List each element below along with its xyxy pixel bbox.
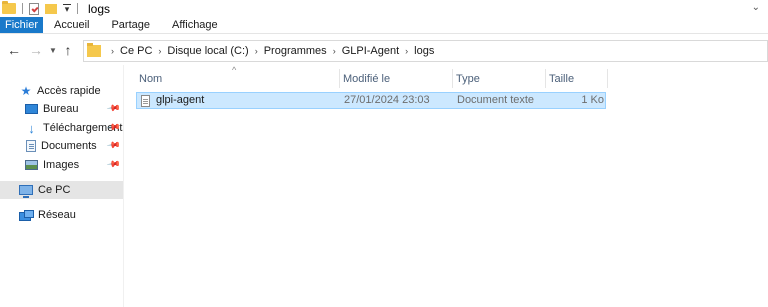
sidebar-item-label: Réseau — [38, 209, 76, 221]
documents-icon — [26, 140, 36, 152]
sidebar-item-documents[interactable]: Documents 📌 — [0, 137, 123, 155]
file-name-cell: glpi-agent — [137, 93, 337, 108]
pin-icon: 📌 — [106, 156, 122, 172]
forward-arrow-icon[interactable]: → — [28, 42, 44, 58]
minimize-ribbon-icon[interactable]: ⌄ — [752, 2, 760, 13]
file-name: glpi-agent — [156, 94, 205, 106]
breadcrumb-glpi-agent[interactable]: GLPI-Agent — [342, 45, 399, 57]
tab-fichier[interactable]: Fichier — [0, 17, 43, 33]
new-folder-icon[interactable] — [45, 3, 57, 14]
chevron-right-icon[interactable]: › — [405, 46, 408, 56]
recent-locations-icon[interactable]: ▼ — [48, 42, 58, 58]
file-row[interactable]: glpi-agent 27/01/2024 23:03 Document tex… — [136, 92, 606, 109]
desktop-icon — [25, 104, 38, 114]
column-header-type[interactable]: Type — [453, 69, 546, 88]
tab-affichage[interactable]: Affichage — [161, 17, 229, 33]
column-header-name[interactable]: Nom — [136, 69, 340, 88]
sidebar-item-images[interactable]: Images 📌 — [0, 156, 123, 174]
chevron-right-icon[interactable]: › — [158, 46, 161, 56]
folder-icon — [87, 43, 101, 57]
pin-icon: 📌 — [106, 137, 122, 153]
back-arrow-icon[interactable]: ← — [6, 42, 22, 58]
pictures-icon — [25, 160, 38, 170]
sidebar-item-label: Documents — [41, 140, 97, 152]
up-arrow-icon[interactable]: ↑ — [60, 42, 76, 58]
tab-partage[interactable]: Partage — [100, 17, 161, 33]
chevron-right-icon[interactable]: › — [255, 46, 258, 56]
navigation-pane: ★ Accès rapide Bureau 📌 ↓ Téléchargement… — [0, 65, 124, 307]
column-header-size[interactable]: Taille — [546, 69, 608, 88]
sidebar-item-telechargements[interactable]: ↓ Téléchargements 📌 — [0, 119, 123, 137]
download-icon: ↓ — [28, 120, 35, 136]
customize-toolbar-icon[interactable]: ▾ — [63, 4, 71, 14]
folder-icon — [2, 1, 16, 14]
sidebar-item-label: Images — [43, 159, 80, 171]
file-modified: 27/01/2024 23:03 — [344, 94, 430, 106]
window-title: logs — [88, 1, 111, 16]
sidebar-item-bureau[interactable]: Bureau 📌 — [0, 100, 123, 118]
title-bar: ▾ logs ⌄ — [0, 0, 768, 17]
properties-icon[interactable] — [29, 2, 39, 15]
sidebar-item-ce-pc[interactable]: Ce PC — [0, 181, 123, 199]
ribbon-tabs: Fichier Accueil Partage Affichage — [0, 17, 768, 34]
sidebar-item-acces-rapide[interactable]: ★ Accès rapide — [0, 82, 123, 100]
sidebar-item-label: Ce PC — [38, 184, 71, 196]
chevron-right-icon[interactable]: › — [111, 46, 114, 56]
address-bar[interactable]: › Ce PC › Disque local (C:) › Programmes… — [83, 40, 768, 62]
pin-icon: 📌 — [106, 100, 122, 116]
text-file-icon — [141, 94, 150, 107]
tab-accueil[interactable]: Accueil — [43, 17, 100, 33]
star-icon: ★ — [20, 84, 32, 98]
file-list: ^ Nom Modifié le Type Taille glpi-agent … — [124, 65, 768, 307]
separator — [22, 3, 23, 14]
network-icon — [19, 209, 34, 221]
breadcrumb-disque-local[interactable]: Disque local (C:) — [167, 45, 248, 57]
sidebar-item-reseau[interactable]: Réseau — [0, 206, 123, 224]
separator — [77, 3, 78, 14]
chevron-right-icon[interactable]: › — [333, 46, 336, 56]
column-header-modified[interactable]: Modifié le — [340, 69, 453, 88]
breadcrumb-ce-pc[interactable]: Ce PC — [120, 45, 152, 57]
breadcrumb-programmes[interactable]: Programmes — [264, 45, 327, 57]
navigation-bar: ← → ▼ ↑ › Ce PC › Disque local (C:) › Pr… — [0, 35, 768, 65]
sidebar-item-label: Accès rapide — [37, 85, 101, 97]
computer-icon — [19, 185, 33, 198]
breadcrumb-logs[interactable]: logs — [414, 45, 434, 57]
file-type: Document texte — [457, 94, 535, 106]
sidebar-item-label: Bureau — [43, 103, 79, 115]
file-size: 1 Ko — [581, 94, 604, 106]
